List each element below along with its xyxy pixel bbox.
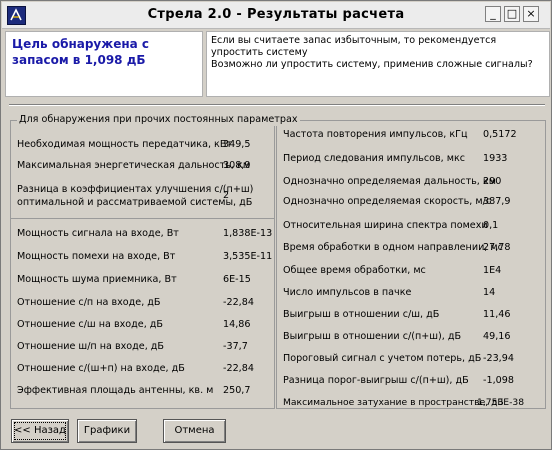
result-value: 349,5 <box>223 139 251 150</box>
result-value: 14 <box>483 287 496 298</box>
result-label: Выигрыш в отношении с/(п+ш), дБ <box>283 331 462 342</box>
result-value: 0,1 <box>483 220 499 231</box>
result-label: Мощность помехи на входе, Вт <box>17 251 176 262</box>
group-caption: Для обнаружения при прочих постоянных па… <box>17 113 300 126</box>
detection-status-box: Цель обнаружена с запасом в 1,098 дБ <box>5 31 203 97</box>
result-value: 1,838E-13 <box>223 228 273 239</box>
result-value: 290 <box>483 176 502 187</box>
result-label: Период следования импульсов, мкс <box>283 153 466 164</box>
result-value: 250,7 <box>223 385 251 396</box>
result-label: Необходимая мощность передатчика, кВт <box>17 139 233 150</box>
window-title: Стрела 2.0 - Результаты расчета <box>147 7 405 22</box>
result-label: Максимальная энергетическая дальность, к… <box>17 160 251 171</box>
result-value: -37,7 <box>223 341 248 352</box>
result-value: 6E-15 <box>223 274 251 285</box>
title-bar[interactable]: Стрела 2.0 - Результаты расчета _ □ × <box>2 2 550 29</box>
result-label: Разница порог-выигрыш с/(п+ш), дБ <box>283 375 469 386</box>
result-value: -22,84 <box>223 363 254 374</box>
advice-box: Если вы считаете запас избыточным, то ре… <box>206 31 550 97</box>
close-button[interactable]: × <box>523 6 539 22</box>
result-label: Время обработки в одном направлении, мс <box>283 242 503 253</box>
minimize-button[interactable]: _ <box>485 6 501 22</box>
result-value: 1E4 <box>483 265 502 276</box>
back-button[interactable]: << Назад <box>11 419 69 443</box>
result-label: Отношение ш/п на входе, дБ <box>17 341 165 352</box>
result-label: Мощность сигнала на входе, Вт <box>17 228 179 239</box>
graphs-button[interactable]: Графики <box>77 419 137 443</box>
left-panel-divider <box>10 218 275 219</box>
result-label: Однозначно определяемая скорость, м/с <box>283 196 492 207</box>
result-label: Число импульсов в пачке <box>283 287 412 298</box>
result-value: 49,16 <box>483 331 511 342</box>
result-value: 27,78 <box>483 242 511 253</box>
result-label: Мощность шума приемника, Вт <box>17 274 177 285</box>
result-value: 1,753E-38 <box>477 397 525 408</box>
result-label: Общее время обработки, мс <box>283 265 426 276</box>
result-value: 14,86 <box>223 319 251 330</box>
result-value: 11,46 <box>483 309 511 320</box>
result-label: Разница в коэффициентах улучшения с/(п+ш… <box>17 184 254 208</box>
result-value: 387,9 <box>483 196 511 207</box>
result-value: 1933 <box>483 153 508 164</box>
detection-status-text: Цель обнаружена с запасом в 1,098 дБ <box>12 37 150 67</box>
result-label: Максимальное затухание в пространстве, д… <box>283 397 504 408</box>
result-value: 308,9 <box>223 160 251 171</box>
header-separator <box>9 104 545 106</box>
result-value: 2 <box>223 190 230 201</box>
result-label: Частота повторения импульсов, кГц <box>283 129 468 140</box>
result-value: -1,098 <box>483 375 514 386</box>
result-label: Пороговый сигнал с учетом потерь, дБ <box>283 353 482 364</box>
cancel-button[interactable]: Отмена <box>163 419 226 443</box>
result-value: 0,5172 <box>483 129 517 140</box>
result-label: Однозначно определяемая дальность, км <box>283 176 496 187</box>
result-label: Эффективная площадь антенны, кв. м <box>17 385 214 396</box>
result-label: Выигрыш в отношении с/ш, дБ <box>283 309 440 320</box>
advice-text: Если вы считаете запас избыточным, то ре… <box>211 35 533 70</box>
result-label: Относительная ширина спектра помехи <box>283 220 488 231</box>
result-value: -23,94 <box>483 353 514 364</box>
result-value: 3,535E-11 <box>223 251 273 262</box>
result-value: -22,84 <box>223 297 254 308</box>
maximize-button[interactable]: □ <box>504 6 520 22</box>
result-label: Отношение с/(ш+п) на входе, дБ <box>17 363 185 374</box>
result-label: Отношение с/ш на входе, дБ <box>17 319 164 330</box>
result-label: Отношение с/п на входе, дБ <box>17 297 161 308</box>
